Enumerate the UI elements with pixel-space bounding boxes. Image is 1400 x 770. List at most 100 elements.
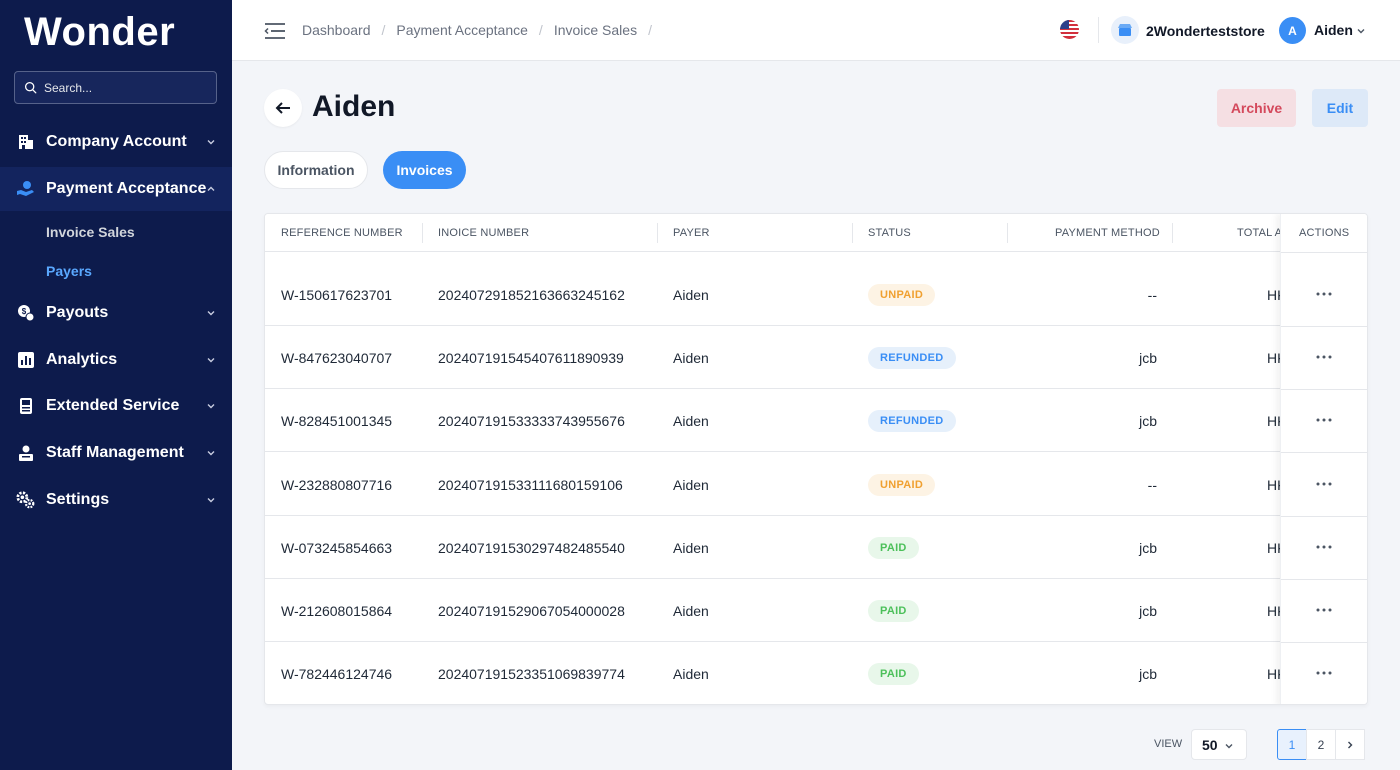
coins-icon: $	[16, 303, 36, 323]
more-actions-icon[interactable]	[1314, 666, 1334, 680]
page-size-select[interactable]: 50	[1191, 729, 1247, 760]
tab-information[interactable]: Information	[264, 151, 368, 189]
sidebar-item-label: Analytics	[46, 351, 118, 368]
invoice-number: 202407191530297482485540	[438, 540, 625, 556]
invoice-number: 202407291852163663245162	[438, 287, 625, 303]
payment-method: jcb	[1139, 603, 1157, 619]
sidebar-item-analytics[interactable]: Analytics	[0, 338, 232, 382]
payer-name: Aiden	[673, 350, 709, 366]
menu-toggle-icon[interactable]	[264, 21, 286, 41]
column-header-status[interactable]: STATUS	[868, 227, 911, 239]
payer-name: Aiden	[673, 540, 709, 556]
row-divider	[1281, 579, 1367, 580]
breadcrumb-payment-acceptance[interactable]: Payment Acceptance	[396, 22, 528, 38]
column-header-payment-method[interactable]: PAYMENT METHOD	[1055, 227, 1160, 239]
row-divider	[1281, 452, 1367, 453]
topbar-divider	[1098, 17, 1099, 43]
reference-number: W-232880807716	[281, 477, 393, 493]
breadcrumb-invoice-sales[interactable]: Invoice Sales	[554, 22, 637, 38]
reference-number: W-782446124746	[281, 666, 393, 682]
store-icon[interactable]	[1111, 16, 1139, 44]
search-input[interactable]	[44, 80, 204, 95]
chevron-down-icon	[207, 140, 215, 145]
sidebar-search[interactable]	[14, 71, 217, 104]
arrow-left-icon	[275, 102, 290, 114]
svg-text:$: $	[22, 307, 27, 316]
archive-button[interactable]: Archive	[1217, 89, 1296, 127]
column-separator	[657, 223, 658, 243]
more-actions-icon[interactable]	[1314, 287, 1334, 301]
sidebar-item-label: Settings	[46, 491, 110, 508]
edit-button[interactable]: Edit	[1312, 89, 1368, 127]
row-divider	[1281, 389, 1367, 390]
table-row[interactable]: W-782446124746 202407191523351069839774 Ai…	[265, 642, 1367, 704]
user-name[interactable]: Aiden	[1314, 22, 1353, 38]
invoice-number: 202407191523351069839774	[438, 666, 625, 682]
pos-terminal-icon	[16, 396, 36, 416]
column-header-invoice-number[interactable]: INOICE NUMBER	[438, 227, 529, 239]
payment-method: --	[1147, 287, 1157, 303]
table-row[interactable]: W-073245854663 202407191530297482485540 Ai…	[265, 516, 1367, 579]
sidebar-item-extended-service[interactable]: Extended Service	[0, 384, 232, 428]
more-actions-icon[interactable]	[1314, 413, 1334, 427]
status-badge: REFUNDED	[868, 410, 956, 432]
row-divider	[1281, 326, 1367, 327]
payer-name: Aiden	[673, 477, 709, 493]
sidebar: Wonder Company Account Payment Acceptanc…	[0, 0, 232, 770]
chevron-up-icon	[207, 186, 215, 191]
table-header: REFERENCE NUMBER INOICE NUMBER PAYER STA…	[265, 214, 1367, 252]
column-separator	[1007, 223, 1008, 243]
column-header-payer[interactable]: PAYER	[673, 227, 710, 239]
chevron-down-icon	[207, 311, 215, 316]
building-icon	[16, 132, 36, 152]
next-page-button[interactable]	[1335, 729, 1365, 760]
tab-invoices[interactable]: Invoices	[383, 151, 466, 189]
table-row[interactable]: W-828451001345 202407191533333743955676 Ai…	[265, 389, 1367, 452]
invoices-table: REFERENCE NUMBER INOICE NUMBER PAYER STA…	[264, 213, 1368, 705]
page-button-2[interactable]: 2	[1306, 729, 1336, 760]
table-row[interactable]: W-150617623701 202407291852163663245162 Ai…	[265, 263, 1367, 326]
payer-name: Aiden	[673, 287, 709, 303]
reference-number: W-828451001345	[281, 413, 393, 429]
reference-number: W-212608015864	[281, 603, 393, 619]
sidebar-item-payouts[interactable]: $ Payouts	[0, 291, 232, 335]
sidebar-item-payment-acceptance[interactable]: Payment Acceptance	[0, 167, 232, 211]
us-flag-icon[interactable]	[1060, 20, 1079, 39]
breadcrumb-dashboard[interactable]: Dashboard	[302, 22, 371, 38]
sidebar-item-company-account[interactable]: Company Account	[0, 120, 232, 164]
page-title: Aiden	[312, 90, 396, 123]
more-actions-icon[interactable]	[1314, 477, 1334, 491]
table-row[interactable]: W-847623040707 202407191545407611890939 Ai…	[265, 326, 1367, 389]
more-actions-icon[interactable]	[1314, 540, 1334, 554]
sidebar-item-staff-management[interactable]: Staff Management	[0, 431, 232, 475]
sidebar-subitem-invoice-sales[interactable]: Invoice Sales	[46, 224, 135, 240]
sidebar-item-label: Payment Acceptance	[46, 180, 207, 197]
payment-method: jcb	[1139, 413, 1157, 429]
column-separator	[1172, 223, 1173, 243]
more-actions-icon[interactable]	[1314, 350, 1334, 364]
status-badge: UNPAID	[868, 284, 936, 306]
sidebar-subitem-payers[interactable]: Payers	[46, 263, 92, 279]
column-header-reference-number[interactable]: REFERENCE NUMBER	[281, 227, 403, 239]
table-row[interactable]: W-232880807716 202407191533111680159106 Ai…	[265, 453, 1367, 516]
table-row[interactable]: W-212608015864 202407191529067054000028 Ai…	[265, 579, 1367, 642]
header-divider	[1281, 252, 1367, 253]
avatar[interactable]: A	[1279, 17, 1306, 44]
sidebar-item-label: Company Account	[46, 133, 187, 150]
chevron-down-icon[interactable]	[1356, 26, 1366, 36]
invoice-number: 202407191545407611890939	[438, 350, 624, 366]
wonder-logo: Wonder	[24, 10, 176, 54]
sidebar-item-settings[interactable]: Settings	[0, 478, 232, 522]
more-actions-icon[interactable]	[1314, 603, 1334, 617]
view-label: VIEW	[1154, 738, 1183, 750]
payment-method: jcb	[1139, 350, 1157, 366]
bar-chart-icon	[16, 350, 36, 370]
back-button[interactable]	[264, 89, 302, 127]
payment-method: --	[1147, 477, 1157, 493]
column-header-total-amount[interactable]: TOTAL A	[1237, 227, 1282, 239]
store-name[interactable]: 2Wonderteststore	[1146, 23, 1265, 39]
invoice-number: 202407191533111680159106	[438, 477, 623, 493]
page-button-1[interactable]: 1	[1277, 729, 1307, 760]
row-divider	[1281, 516, 1367, 517]
reference-number: W-150617623701	[281, 287, 393, 303]
